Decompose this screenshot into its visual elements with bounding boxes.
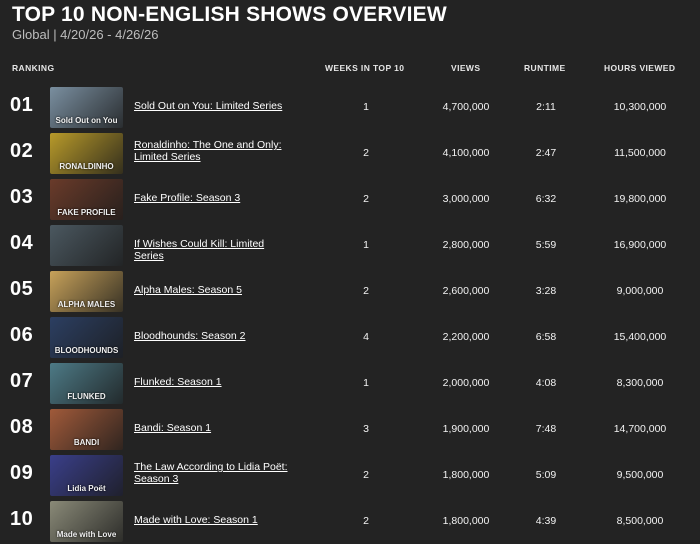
table-row: 10 Made with Love Made with Love: Season 1… [0,498,700,544]
table-row: 08 BANDI Bandi: Season 1 3 1,900,000 7:48 14,7… [0,406,700,452]
rank-number: 07 [10,370,34,392]
rank-number: 03 [10,186,34,208]
hours-viewed-value: 14,700,000 [613,423,667,435]
show-title-link[interactable]: Alpha Males: Season 5 [134,284,294,297]
weeks-in-top-10: 2 [363,515,369,527]
column-header-ranking: RANKING [12,63,55,73]
show-title-link[interactable]: Flunked: Season 1 [134,376,294,389]
show-title-link[interactable]: Ronaldinho: The One and Only: Limited Se… [134,139,294,163]
rank-number: 09 [10,462,34,484]
table-row: 03 FAKE PROFILE Fake Profile: Season 3 2 3,0… [0,176,700,222]
views-value: 1,800,000 [442,469,490,481]
show-title-link[interactable]: Bandi: Season 1 [134,422,294,435]
hours-viewed-value: 19,800,000 [613,193,667,205]
runtime-value: 2:47 [535,147,557,159]
runtime-value: 2:11 [536,101,556,113]
rank-number: 01 [10,94,34,116]
weeks-in-top-10: 2 [363,285,369,297]
rank-number: 02 [10,140,34,162]
thumbnail-title-text: BLOODHOUNDS [54,346,119,355]
show-title-link[interactable]: Bloodhounds: Season 2 [134,330,294,343]
column-header-weeks: WEEKS IN TOP 10 [325,63,405,73]
page-title: TOP 10 NON-ENGLISH SHOWS OVERVIEW [12,3,447,26]
weeks-in-top-10: 1 [363,239,369,251]
views-value: 2,000,000 [442,377,490,389]
views-value: 1,900,000 [442,423,490,435]
ranking-table: 01 Sold Out on You Sold Out on You: Limite… [0,84,700,544]
rank-number: 04 [10,232,34,254]
runtime-value: 7:48 [535,423,557,435]
show-thumbnail[interactable]: Sold Out on You [50,87,123,128]
table-row: 07 FLUNKED Flunked: Season 1 1 2,000,000 4:08… [0,360,700,406]
rank-number: 05 [10,278,34,300]
show-thumbnail[interactable]: FLUNKED [50,363,123,404]
thumbnail-title-text: Sold Out on You [55,116,118,125]
show-title-link[interactable]: If Wishes Could Kill: Limited Series [134,238,294,262]
thumbnail-title-text: BANDI [73,438,100,447]
weeks-in-top-10: 2 [363,193,369,205]
hours-viewed-value: 9,000,000 [616,285,664,297]
weeks-in-top-10: 4 [363,331,369,343]
show-thumbnail[interactable]: ALPHA MALES [50,271,123,312]
column-header-views: VIEWS [451,63,481,73]
thumbnail-title-text: RONALDINHO [59,162,114,171]
show-thumbnail[interactable]: FAKE PROFILE [50,179,123,220]
rank-number: 06 [10,324,34,346]
views-value: 4,100,000 [442,147,490,159]
weeks-in-top-10: 1 [363,101,369,113]
page-subtitle: Global | 4/20/26 - 4/26/26 [12,27,159,42]
show-thumbnail[interactable] [50,225,123,266]
runtime-value: 3:28 [535,285,557,297]
hours-viewed-value: 10,300,000 [613,101,667,113]
weeks-in-top-10: 1 [363,377,369,389]
show-thumbnail[interactable]: RONALDINHO [50,133,123,174]
table-row: 06 BLOODHOUNDS Bloodhounds: Season 2 4 2,200… [0,314,700,360]
thumbnail-title-text: FAKE PROFILE [57,208,116,217]
runtime-value: 4:08 [535,377,557,389]
table-row: 02 RONALDINHO Ronaldinho: The One and Only… [0,130,700,176]
hours-viewed-value: 8,500,000 [616,515,664,527]
thumbnail-title-text: Lidia Poët [67,484,106,493]
thumbnail-title-text: Made with Love [56,530,117,539]
views-value: 2,200,000 [442,331,490,343]
hours-viewed-value: 15,400,000 [613,331,667,343]
runtime-value: 5:09 [535,469,557,481]
weeks-in-top-10: 3 [363,423,369,435]
show-title-link[interactable]: The Law According to Lidia Poët: Season … [134,461,294,485]
runtime-value: 6:58 [535,331,557,343]
hours-viewed-value: 16,900,000 [613,239,667,251]
show-title-link[interactable]: Fake Profile: Season 3 [134,192,294,205]
thumbnail-title-text: ALPHA MALES [57,300,116,309]
rank-number: 08 [10,416,34,438]
runtime-value: 5:59 [535,239,557,251]
show-thumbnail[interactable]: Lidia Poët [50,455,123,496]
views-value: 3,000,000 [442,193,490,205]
views-value: 4,700,000 [442,101,490,113]
table-row: 05 ALPHA MALES Alpha Males: Season 5 2 2,600… [0,268,700,314]
table-row: 09 Lidia Poët The Law According to Lidia P… [0,452,700,498]
views-value: 2,800,000 [442,239,490,251]
column-header-runtime: RUNTIME [524,63,566,73]
show-thumbnail[interactable]: BANDI [50,409,123,450]
weeks-in-top-10: 2 [363,469,369,481]
rank-number: 10 [10,508,34,530]
views-value: 2,600,000 [442,285,490,297]
show-title-link[interactable]: Sold Out on You: Limited Series [134,100,294,113]
show-thumbnail[interactable]: BLOODHOUNDS [50,317,123,358]
hours-viewed-value: 11,500,000 [614,147,666,159]
runtime-value: 6:32 [535,193,557,205]
show-title-link[interactable]: Made with Love: Season 1 [134,514,294,527]
weeks-in-top-10: 2 [363,147,369,159]
table-row: 01 Sold Out on You Sold Out on You: Limite… [0,84,700,130]
table-row: 04 If Wishes Could Kill: Limited Series 1 2… [0,222,700,268]
runtime-value: 4:39 [535,515,557,527]
views-value: 1,800,000 [442,515,490,527]
show-thumbnail[interactable]: Made with Love [50,501,123,542]
hours-viewed-value: 9,500,000 [616,469,664,481]
column-header-hours: HOURS VIEWED [604,63,676,73]
hours-viewed-value: 8,300,000 [616,377,664,389]
thumbnail-title-text: FLUNKED [67,392,106,401]
